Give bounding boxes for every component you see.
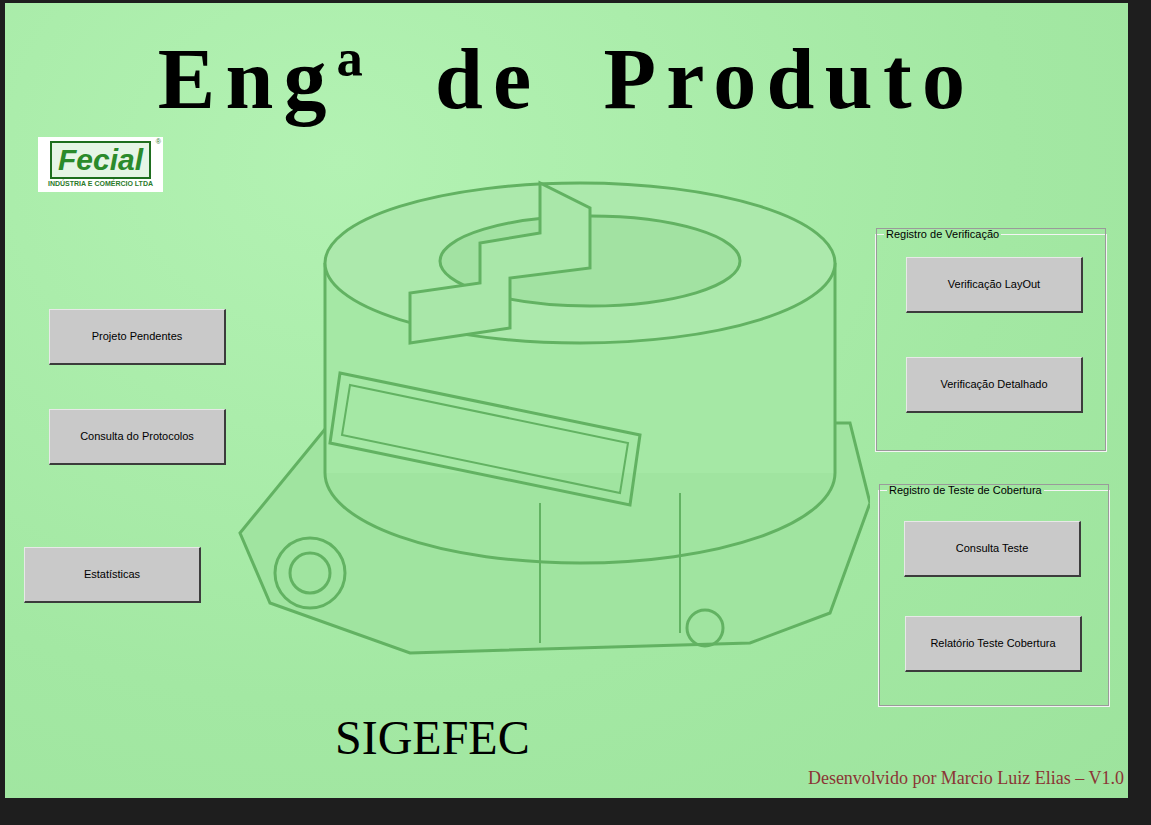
footer-credit: Desenvolvido por Marcio Luiz Elias – V1.… (808, 766, 1128, 790)
product-illustration (210, 173, 870, 693)
button-slot: Consulta do Protocolos (49, 409, 226, 465)
button-slot: Estatísticas (24, 547, 201, 603)
logo-name: Fecial (58, 143, 143, 176)
button-slot: Verificação LayOut (906, 257, 1106, 313)
button-slot: Verificação Detalhado (906, 357, 1106, 413)
button-group: Registro de Verificação Verificação LayOu… (875, 227, 1107, 452)
group-title: Registro de Teste de Cobertura (887, 483, 1044, 497)
menu-button[interactable]: Consulta do Protocolos (49, 409, 226, 465)
left-column: Fecial INDÚSTRIA E COMÉRCIO LTDA ® Proje… (5, 132, 235, 603)
group-title: Registro de Verificação (884, 227, 1001, 241)
button-slot: Relatório Teste Cobertura (905, 616, 1109, 672)
form-body: Fecial INDÚSTRIA E COMÉRCIO LTDA ® Proje… (5, 132, 1128, 766)
button-group: Registro de Teste de Cobertura Consulta T… (878, 483, 1110, 707)
right-column: Registro de Verificação Verificação LayOu… (875, 132, 1128, 707)
menu-button[interactable]: Estatísticas (24, 547, 201, 603)
menu-button[interactable]: Projeto Pendentes (49, 309, 226, 365)
logo-banner: Fecial (50, 141, 151, 179)
menu-button[interactable]: Verificação LayOut (906, 257, 1083, 313)
menu-button[interactable]: Verificação Detalhado (906, 357, 1083, 413)
menu-button[interactable]: Consulta Teste (904, 521, 1081, 577)
app-name: SIGEFEC (335, 710, 875, 766)
form-title: Engª de Produto (5, 3, 1128, 132)
registered-mark: ® (156, 137, 161, 148)
fecial-logo: Fecial INDÚSTRIA E COMÉRCIO LTDA ® (38, 137, 163, 192)
button-slot: Projeto Pendentes (49, 309, 226, 365)
menu-button[interactable]: Relatório Teste Cobertura (905, 616, 1082, 672)
center-column: SIGEFEC (235, 132, 875, 766)
main-form: Engª de Produto Fecial INDÚSTRIA E COMÉR… (5, 3, 1128, 798)
logo-subtitle: INDÚSTRIA E COMÉRCIO LTDA (48, 179, 153, 189)
button-slot: Consulta Teste (904, 521, 1109, 577)
